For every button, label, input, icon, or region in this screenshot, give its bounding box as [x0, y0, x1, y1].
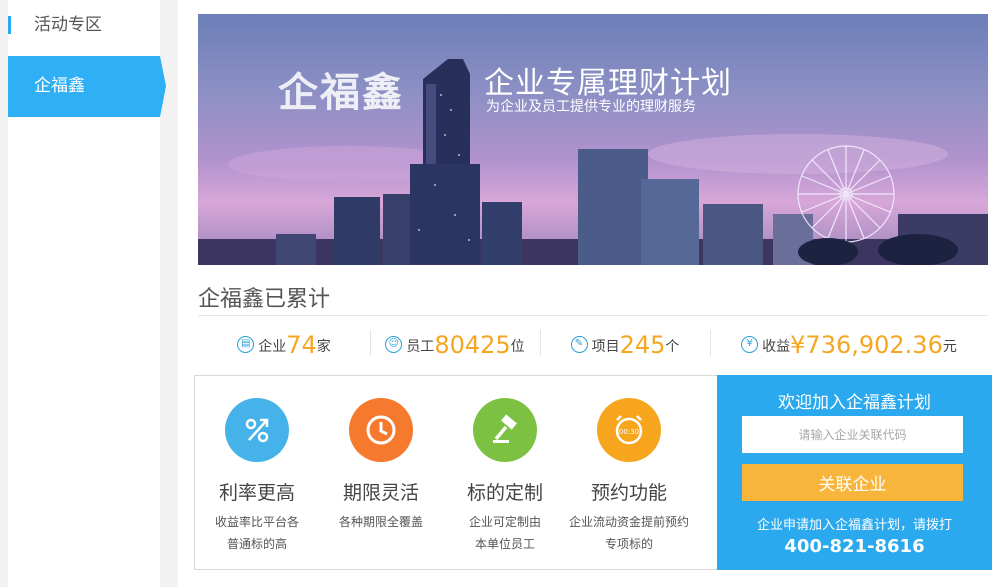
- alarm-icon: 00:30: [597, 398, 661, 462]
- stat-value: 74: [286, 331, 317, 359]
- summary-stats: ▤ 企业 74 家 ☺ 员工 80425 位 ✎ 项目 245 个 ¥ 收益 ¥…: [198, 324, 988, 364]
- stat-employees: ☺ 员工 80425 位: [370, 324, 540, 360]
- stat-projects: ✎ 项目 245 个: [540, 324, 710, 360]
- sidebar-item-qifuxin[interactable]: 企福鑫: [8, 56, 166, 117]
- page: 活动专区 企福鑫 企福鑫 企业专属理财计划 为企业及员工提供专业的理财服务 企福…: [0, 0, 998, 587]
- feature-higher-rate: 利率更高 收益率比平台各 普通标的高: [197, 398, 317, 555]
- hammer-icon: [473, 398, 537, 462]
- feature-name: 预约功能: [590, 482, 667, 504]
- stat-label: 员工: [406, 339, 435, 355]
- stat-value: 80425: [434, 331, 511, 359]
- yen-icon: ¥: [741, 336, 759, 353]
- sidebar-item-label: 企福鑫: [34, 76, 85, 96]
- stat-label: 企业: [258, 339, 287, 355]
- clock-icon: [349, 398, 413, 462]
- feature-desc: 收益率比平台各 普通标的高: [197, 511, 317, 555]
- feature-desc: 各种期限全覆盖: [321, 511, 441, 533]
- stat-enterprises: ▤ 企业 74 家: [198, 324, 370, 360]
- join-note: 企业申请加入企福鑫计划，请拨打: [756, 518, 952, 533]
- summary-title: 企福鑫已累计: [198, 287, 331, 312]
- sidebar: 活动专区 企福鑫: [8, 0, 166, 587]
- banner-logo: 企福鑫: [278, 69, 404, 116]
- hotline-number: 400-821-8616: [784, 536, 925, 557]
- join-panel: 欢迎加入企福鑫计划 关联企业 企业申请加入企福鑫计划，请拨打 400-821-8…: [717, 375, 992, 570]
- stat-unit: 元: [942, 339, 957, 355]
- stat-value: 245: [619, 331, 666, 359]
- sidebar-item-activity-zone[interactable]: 活动专区: [8, 0, 160, 50]
- stat-unit: 个: [665, 339, 680, 355]
- feature-reservation: 00:30 预约功能 企业流动资金提前预约 专项标的: [569, 398, 689, 555]
- feature-desc-line: 企业流动资金提前预约: [569, 515, 690, 529]
- stat-label: 收益: [762, 339, 791, 355]
- stat-earnings: ¥ 收益 ¥736,902.36 元: [710, 324, 988, 360]
- join-title: 欢迎加入企福鑫计划: [778, 393, 931, 413]
- feature-desc-line: 本单位员工: [474, 537, 535, 551]
- feature-name: 标的定制: [466, 482, 543, 504]
- feature-custom-target: 标的定制 企业可定制由 本单位员工: [445, 398, 565, 555]
- divider: [198, 315, 988, 316]
- feature-name: 利率更高: [218, 482, 295, 504]
- feature-desc: 企业可定制由 本单位员工: [445, 511, 565, 555]
- city-skyline-illustration: [198, 59, 988, 265]
- stat-label: 项目: [591, 339, 620, 355]
- link-company-button[interactable]: 关联企业: [742, 464, 963, 501]
- banner-subtitle: 为企业及员工提供专业的理财服务: [486, 99, 696, 115]
- stat-value: ¥736,902.36: [790, 331, 943, 359]
- person-icon: ☺: [385, 336, 403, 353]
- promo-banner: 企福鑫 企业专属理财计划 为企业及员工提供专业的理财服务: [198, 14, 988, 265]
- feature-desc-line: 专项标的: [604, 537, 653, 551]
- feature-flexible-term: 期限灵活 各种期限全覆盖: [321, 398, 441, 533]
- feature-desc-line: 收益率比平台各: [214, 515, 299, 529]
- svg-text:00:30: 00:30: [619, 428, 639, 436]
- stat-unit: 家: [316, 339, 331, 355]
- document-icon: ✎: [570, 336, 588, 353]
- company-code-input[interactable]: [742, 416, 963, 453]
- stat-unit: 位: [510, 339, 525, 355]
- percent-icon: [225, 398, 289, 462]
- feature-name: 期限灵活: [342, 482, 419, 504]
- main-content: 企福鑫 企业专属理财计划 为企业及员工提供专业的理财服务 企福鑫已累计 ▤ 企业…: [178, 0, 998, 587]
- feature-panel: 利率更高 收益率比平台各 普通标的高 期限灵活 各种期限全覆盖 标的定制 企业可…: [194, 375, 717, 570]
- feature-desc-line: 各种期限全覆盖: [338, 515, 423, 529]
- building-icon: ▤: [237, 336, 255, 353]
- feature-desc-line: 企业可定制由: [468, 515, 541, 529]
- feature-desc-line: 普通标的高: [226, 537, 287, 551]
- sidebar-item-label: 活动专区: [34, 15, 102, 35]
- feature-desc: 企业流动资金提前预约 专项标的: [569, 511, 689, 555]
